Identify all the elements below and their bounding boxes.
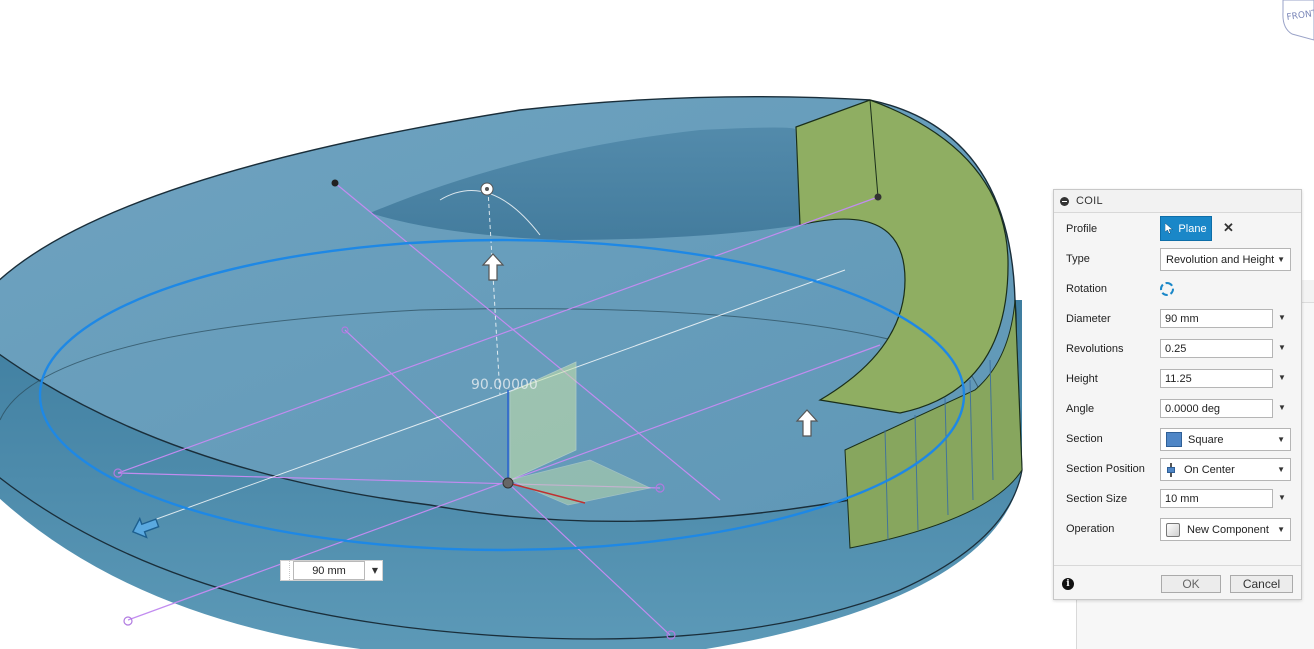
new-component-icon (1166, 522, 1180, 537)
diameter-field[interactable]: 90 mm (1160, 309, 1273, 328)
profile-label: Profile (1066, 223, 1098, 235)
section-position-select[interactable]: On Center ▼ (1160, 458, 1291, 481)
profile-row: Profile Plane ✕ (1054, 214, 1301, 244)
view-cube[interactable]: FRONT (1282, 0, 1314, 41)
cursor-icon (1165, 223, 1174, 234)
section-size-field[interactable]: 10 mm (1160, 489, 1273, 508)
chevron-down-icon: ▼ (1277, 255, 1285, 264)
coil-dialog: COIL Profile Plane ✕ Type Revolution and… (1053, 189, 1302, 600)
rotation-handle[interactable] (480, 182, 494, 196)
dialog-footer: i OK Cancel (1054, 565, 1301, 600)
profile-select-label: Plane (1178, 222, 1207, 235)
diameter-label: Diameter (1066, 313, 1111, 325)
rotation-label: Rotation (1066, 283, 1107, 295)
section-size-row: Section Size 10 mm ▼ (1054, 484, 1301, 514)
diameter-dimension-value[interactable]: 90 mm (293, 561, 365, 580)
revolutions-row: Revolutions 0.25 ▼ (1054, 334, 1301, 364)
angle-field[interactable]: 0.0000 deg (1160, 399, 1273, 418)
section-position-label: Section Position (1066, 463, 1145, 475)
chevron-down-icon: ▼ (1277, 435, 1285, 444)
section-select-value: Square (1188, 433, 1224, 446)
section-row: Section Square ▼ (1054, 424, 1301, 454)
chevron-down-icon[interactable]: ▼ (1278, 493, 1286, 502)
chevron-down-icon: ▼ (1277, 525, 1285, 534)
operation-select[interactable]: New Component ▼ (1160, 518, 1291, 541)
square-section-icon (1166, 432, 1182, 447)
type-select[interactable]: Revolution and Height ▼ (1160, 248, 1291, 271)
angle-readout: 90.00000 (471, 377, 538, 393)
height-label: Height (1066, 373, 1098, 385)
operation-label: Operation (1066, 523, 1115, 535)
revolutions-field[interactable]: 0.25 (1160, 339, 1273, 358)
vertex-point[interactable] (874, 193, 882, 201)
chevron-down-icon: ▼ (1277, 465, 1285, 474)
drag-grip[interactable] (281, 561, 290, 580)
chevron-down-icon[interactable]: ▼ (1278, 403, 1286, 412)
height-field[interactable]: 11.25 (1160, 369, 1273, 388)
diameter-dimension-input[interactable]: 90 mm ▼ (280, 560, 383, 581)
type-select-value: Revolution and Height (1166, 253, 1275, 266)
chevron-down-icon[interactable]: ▼ (1278, 313, 1286, 322)
section-position-row: Section Position On Center ▼ (1054, 454, 1301, 484)
type-label: Type (1066, 253, 1090, 265)
diameter-row: Diameter 90 mm ▼ (1054, 304, 1301, 334)
on-center-icon (1166, 462, 1176, 477)
clear-selection-icon[interactable]: ✕ (1223, 220, 1234, 236)
chevron-down-icon[interactable]: ▼ (1278, 343, 1286, 352)
section-label: Section (1066, 433, 1103, 445)
operation-row: Operation New Component ▼ (1054, 514, 1301, 544)
vertex-point[interactable] (331, 179, 339, 187)
rotation-row: Rotation (1054, 274, 1301, 304)
dialog-title: COIL (1076, 195, 1103, 207)
info-icon[interactable]: i (1062, 578, 1074, 590)
section-position-value: On Center (1184, 463, 1235, 476)
height-row: Height 11.25 ▼ (1054, 364, 1301, 394)
ok-button[interactable]: OK (1161, 575, 1221, 593)
revolutions-label: Revolutions (1066, 343, 1124, 355)
section-select[interactable]: Square ▼ (1160, 428, 1291, 451)
angle-row: Angle 0.0000 deg ▼ (1054, 394, 1301, 424)
collapse-icon[interactable] (1060, 196, 1069, 206)
profile-select-button[interactable]: Plane (1160, 216, 1212, 241)
cancel-button[interactable]: Cancel (1230, 575, 1293, 593)
operation-select-value: New Component (1187, 523, 1269, 536)
rotation-direction-icon[interactable] (1160, 282, 1174, 296)
section-size-label: Section Size (1066, 493, 1128, 505)
type-row: Type Revolution and Height ▼ (1054, 244, 1301, 274)
dialog-header[interactable]: COIL (1054, 190, 1301, 213)
chevron-down-icon[interactable]: ▼ (368, 566, 382, 575)
angle-label: Angle (1066, 403, 1095, 415)
chevron-down-icon[interactable]: ▼ (1278, 373, 1286, 382)
